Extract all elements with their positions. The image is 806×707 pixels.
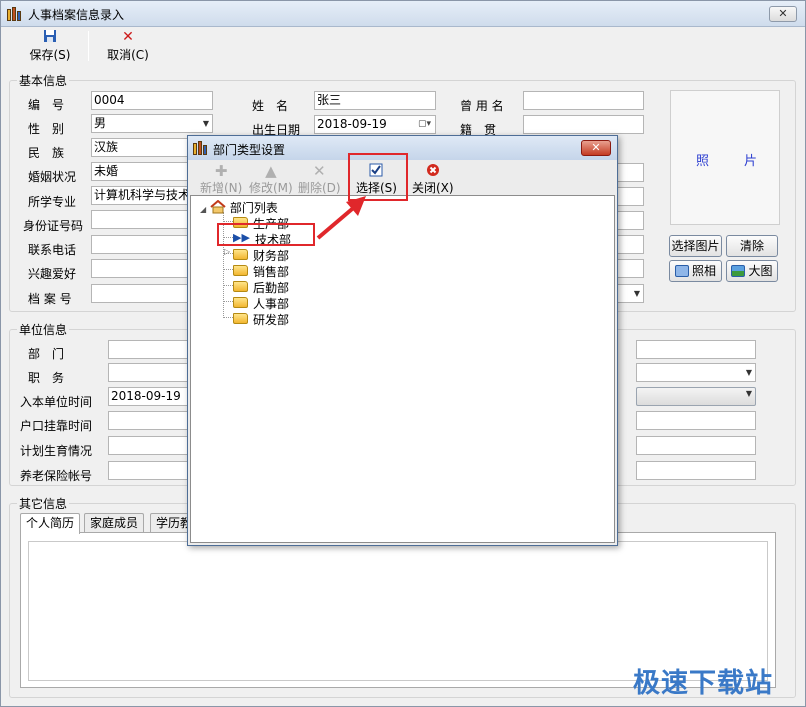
tree-item[interactable]: ▷ 财务部 bbox=[224, 247, 289, 264]
native-input[interactable] bbox=[523, 115, 644, 134]
unit-right-input-5[interactable] bbox=[636, 436, 756, 455]
folder-icon bbox=[233, 265, 248, 276]
resume-textarea[interactable] bbox=[28, 541, 768, 681]
basic-info-title: 基本信息 bbox=[17, 72, 70, 89]
position-label: 职 务 bbox=[28, 371, 65, 385]
former-name-input[interactable] bbox=[523, 91, 644, 110]
other-info-title: 其它信息 bbox=[17, 495, 70, 512]
pension-input[interactable] bbox=[108, 461, 190, 480]
folder-icon bbox=[233, 297, 248, 308]
dialog-close-button[interactable]: ✕ bbox=[581, 140, 611, 156]
add-button[interactable]: ✚ 新增(N) bbox=[200, 163, 242, 196]
family-plan-label: 计划生育情况 bbox=[20, 444, 93, 458]
photo-box[interactable]: 照 片 bbox=[670, 90, 780, 225]
gender-label: 性 别 bbox=[28, 122, 65, 136]
photo-label-left: 照 bbox=[696, 154, 710, 169]
tree-root-label: 部门列表 bbox=[229, 201, 278, 215]
birth-date-value: 2018-09-19 bbox=[317, 117, 387, 131]
gender-select[interactable]: 男 bbox=[91, 114, 213, 133]
cancel-label: 取消(C) bbox=[107, 48, 149, 62]
main-toolbar: 保存(S) ✕ 取消(C) bbox=[1, 27, 805, 67]
toolbar-separator bbox=[88, 31, 89, 61]
large-image-label: 大图 bbox=[748, 264, 773, 278]
tree-line bbox=[223, 221, 233, 222]
select-photo-button[interactable]: 选择图片 bbox=[669, 235, 722, 257]
idcard-label: 身份证号码 bbox=[23, 219, 84, 233]
folder-icon bbox=[233, 313, 248, 324]
up-triangle-icon: ▲ bbox=[265, 162, 277, 180]
dept-input[interactable] bbox=[108, 340, 190, 359]
phone-label: 联系电话 bbox=[28, 243, 77, 257]
tree-line bbox=[223, 301, 233, 302]
unit-right-input-6[interactable] bbox=[636, 461, 756, 480]
app-icon bbox=[7, 7, 23, 21]
join-date-input[interactable]: 2018-09-19 bbox=[108, 387, 190, 406]
birth-date-picker[interactable]: 2018-09-19 ▢▾ bbox=[314, 115, 436, 134]
hukou-label: 户口挂靠时间 bbox=[20, 419, 93, 433]
pension-label: 养老保险帐号 bbox=[20, 469, 93, 483]
archive-label: 档 案 号 bbox=[28, 292, 72, 306]
cancel-button[interactable]: ✕ 取消(C) bbox=[103, 29, 153, 65]
add-label: 新增(N) bbox=[200, 181, 243, 195]
tab-family[interactable]: 家庭成员 bbox=[84, 513, 145, 533]
calendar-dropdown-icon[interactable]: ▢▾ bbox=[418, 116, 431, 133]
window-close-button[interactable]: ✕ bbox=[769, 6, 797, 22]
picture-icon bbox=[731, 265, 746, 277]
tree-line bbox=[223, 269, 233, 270]
tree-root[interactable]: ◢ 部门列表 bbox=[200, 199, 278, 216]
unit-right-select-2[interactable] bbox=[636, 363, 756, 382]
folder-icon bbox=[233, 281, 248, 292]
dept-label: 部 门 bbox=[28, 347, 65, 361]
name-label: 姓 名 bbox=[252, 99, 289, 113]
red-x-icon: ✕ bbox=[122, 29, 134, 45]
hukou-input[interactable] bbox=[108, 411, 190, 430]
tree-item[interactable]: 销售部 bbox=[233, 263, 289, 280]
camera-label: 照相 bbox=[691, 264, 716, 278]
join-date-label: 入本单位时间 bbox=[20, 395, 93, 409]
save-button[interactable]: 保存(S) bbox=[27, 29, 73, 65]
plus-icon: ✚ bbox=[214, 162, 228, 180]
red-circle-x-icon bbox=[412, 163, 454, 179]
watermark: 极速下载站 bbox=[633, 668, 773, 699]
title-bar: 人事档案信息录入 ✕ bbox=[1, 1, 805, 27]
floppy-disk-icon bbox=[27, 29, 73, 45]
unit-right-select-3[interactable] bbox=[636, 387, 756, 406]
id-label: 编 号 bbox=[28, 98, 65, 112]
photo-label-right: 片 bbox=[744, 154, 758, 169]
x-icon: ✕ bbox=[313, 162, 326, 180]
save-label: 保存(S) bbox=[29, 48, 71, 62]
expand-arrow-icon[interactable]: ▷ bbox=[224, 247, 230, 256]
tree-item[interactable]: 研发部 bbox=[233, 311, 289, 328]
large-image-button[interactable]: 大图 bbox=[726, 260, 778, 282]
home-icon bbox=[210, 199, 230, 215]
unit-info-title: 单位信息 bbox=[17, 321, 70, 338]
tree-line bbox=[223, 317, 233, 318]
window-title: 人事档案信息录入 bbox=[28, 8, 125, 22]
camera-button[interactable]: 照相 bbox=[669, 260, 722, 282]
dialog-title: 部门类型设置 bbox=[213, 143, 286, 157]
id-input[interactable]: 0004 bbox=[91, 91, 213, 110]
dialog-app-icon bbox=[193, 141, 209, 155]
clear-photo-button[interactable]: 清除 bbox=[726, 235, 778, 257]
hobby-label: 兴趣爱好 bbox=[28, 267, 77, 281]
name-input[interactable]: 张三 bbox=[314, 91, 436, 110]
unit-right-input-1[interactable] bbox=[636, 340, 756, 359]
annotation-arrow-icon bbox=[316, 196, 366, 240]
position-input[interactable] bbox=[108, 363, 190, 382]
ethnic-label: 民 族 bbox=[28, 146, 65, 160]
tree-item[interactable]: 后勤部 bbox=[233, 279, 289, 296]
major-label: 所学专业 bbox=[28, 195, 77, 209]
marital-label: 婚姻状况 bbox=[28, 170, 77, 184]
tab-resume[interactable]: 个人简历 bbox=[20, 513, 81, 534]
folder-icon bbox=[233, 249, 248, 260]
family-plan-input[interactable] bbox=[108, 436, 190, 455]
former-name-label: 曾 用 名 bbox=[460, 99, 504, 113]
camera-icon bbox=[674, 265, 689, 277]
collapse-arrow-icon[interactable]: ◢ bbox=[200, 205, 206, 214]
tree-line bbox=[223, 285, 233, 286]
unit-right-input-4[interactable] bbox=[636, 411, 756, 430]
edit-button[interactable]: ▲ 修改(M) bbox=[249, 163, 293, 196]
tree-item[interactable]: 人事部 bbox=[233, 295, 289, 312]
edit-label: 修改(M) bbox=[249, 181, 293, 195]
